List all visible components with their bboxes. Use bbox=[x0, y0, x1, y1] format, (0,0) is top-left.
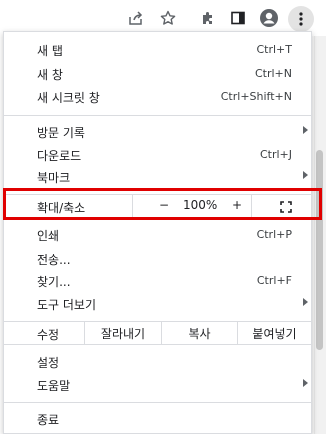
menu-item-shortcut: Ctrl+F bbox=[256, 274, 292, 287]
menu-item-label: 전송... bbox=[37, 253, 71, 267]
menu-item-history[interactable]: 방문 기록 bbox=[4, 121, 311, 143]
menu-item-label: 새 창 bbox=[37, 68, 63, 82]
menu-item-label: 종료 bbox=[37, 413, 60, 427]
menu-item-bookmarks[interactable]: 북마크 bbox=[4, 166, 311, 188]
extensions-icon[interactable] bbox=[198, 8, 218, 28]
more-icon[interactable] bbox=[288, 6, 314, 32]
profile-icon[interactable] bbox=[259, 8, 279, 28]
zoom-label: 확대/축소 bbox=[37, 201, 86, 215]
zoom-row: 확대/축소 − 100% + bbox=[4, 194, 311, 218]
submenu-arrow-icon bbox=[303, 171, 308, 179]
menu-item-label: 다운로드 bbox=[37, 149, 82, 163]
fullscreen-icon[interactable] bbox=[280, 201, 292, 216]
zoom-out-button[interactable]: − bbox=[159, 198, 169, 212]
menu-item-cast[interactable]: 전송... bbox=[4, 248, 311, 270]
menu-item-label: 북마크 bbox=[37, 171, 71, 185]
submenu-arrow-icon bbox=[303, 298, 308, 306]
menu-item-label: 도구 더보기 bbox=[37, 298, 97, 312]
submenu-arrow-icon bbox=[303, 126, 308, 134]
menu-item-shortcut: Ctrl+P bbox=[256, 228, 292, 241]
menu-item-new-tab[interactable]: 새 탭 Ctrl+T bbox=[4, 39, 311, 61]
edit-row: 수정 잘라내기 복사 붙여넣기 bbox=[4, 321, 311, 345]
menu-item-shortcut: Ctrl+J bbox=[259, 148, 292, 161]
menu-item-label: 설정 bbox=[37, 356, 60, 370]
menu-item-more-tools[interactable]: 도구 더보기 bbox=[4, 293, 311, 315]
side-panel-icon[interactable] bbox=[228, 8, 248, 28]
zoom-level: 100% bbox=[183, 198, 218, 212]
edit-label: 수정 bbox=[37, 328, 60, 342]
menu-item-label: 찾기... bbox=[37, 275, 71, 289]
menu-item-label: 방문 기록 bbox=[37, 126, 85, 140]
menu-item-downloads[interactable]: 다운로드 Ctrl+J bbox=[4, 144, 311, 166]
menu-item-label: 도움말 bbox=[37, 379, 71, 393]
submenu-arrow-icon bbox=[303, 379, 308, 387]
paste-button[interactable]: 붙여넣기 bbox=[237, 322, 311, 344]
menu-separator bbox=[4, 115, 311, 116]
menu-separator bbox=[4, 402, 311, 403]
menu-item-new-incognito[interactable]: 새 시크릿 창 Ctrl+Shift+N bbox=[4, 86, 311, 108]
scrollbar-thumb[interactable] bbox=[316, 150, 323, 350]
share-icon[interactable] bbox=[126, 8, 146, 28]
zoom-in-button[interactable]: + bbox=[232, 198, 242, 212]
menu-item-label: 인쇄 bbox=[37, 229, 60, 243]
menu-item-label: 새 시크릿 창 bbox=[37, 91, 100, 105]
menu-item-shortcut: Ctrl+N bbox=[254, 67, 292, 80]
menu-item-shortcut: Ctrl+Shift+N bbox=[220, 90, 292, 103]
copy-button[interactable]: 복사 bbox=[161, 322, 237, 344]
menu-item-new-window[interactable]: 새 창 Ctrl+N bbox=[4, 63, 311, 85]
menu-item-help[interactable]: 도움말 bbox=[4, 374, 311, 396]
menu-item-label: 새 탭 bbox=[37, 44, 63, 58]
menu-item-find[interactable]: 찾기... Ctrl+F bbox=[4, 270, 311, 292]
menu-item-shortcut: Ctrl+T bbox=[256, 43, 292, 56]
menu-item-exit[interactable]: 종료 bbox=[4, 408, 311, 430]
menu-item-settings[interactable]: 설정 bbox=[4, 351, 311, 373]
cut-button[interactable]: 잘라내기 bbox=[84, 322, 161, 344]
browser-menu: 새 탭 Ctrl+T 새 창 Ctrl+N 새 시크릿 창 Ctrl+Shift… bbox=[3, 31, 312, 434]
star-icon[interactable] bbox=[158, 8, 178, 28]
menu-item-print[interactable]: 인쇄 Ctrl+P bbox=[4, 224, 311, 246]
